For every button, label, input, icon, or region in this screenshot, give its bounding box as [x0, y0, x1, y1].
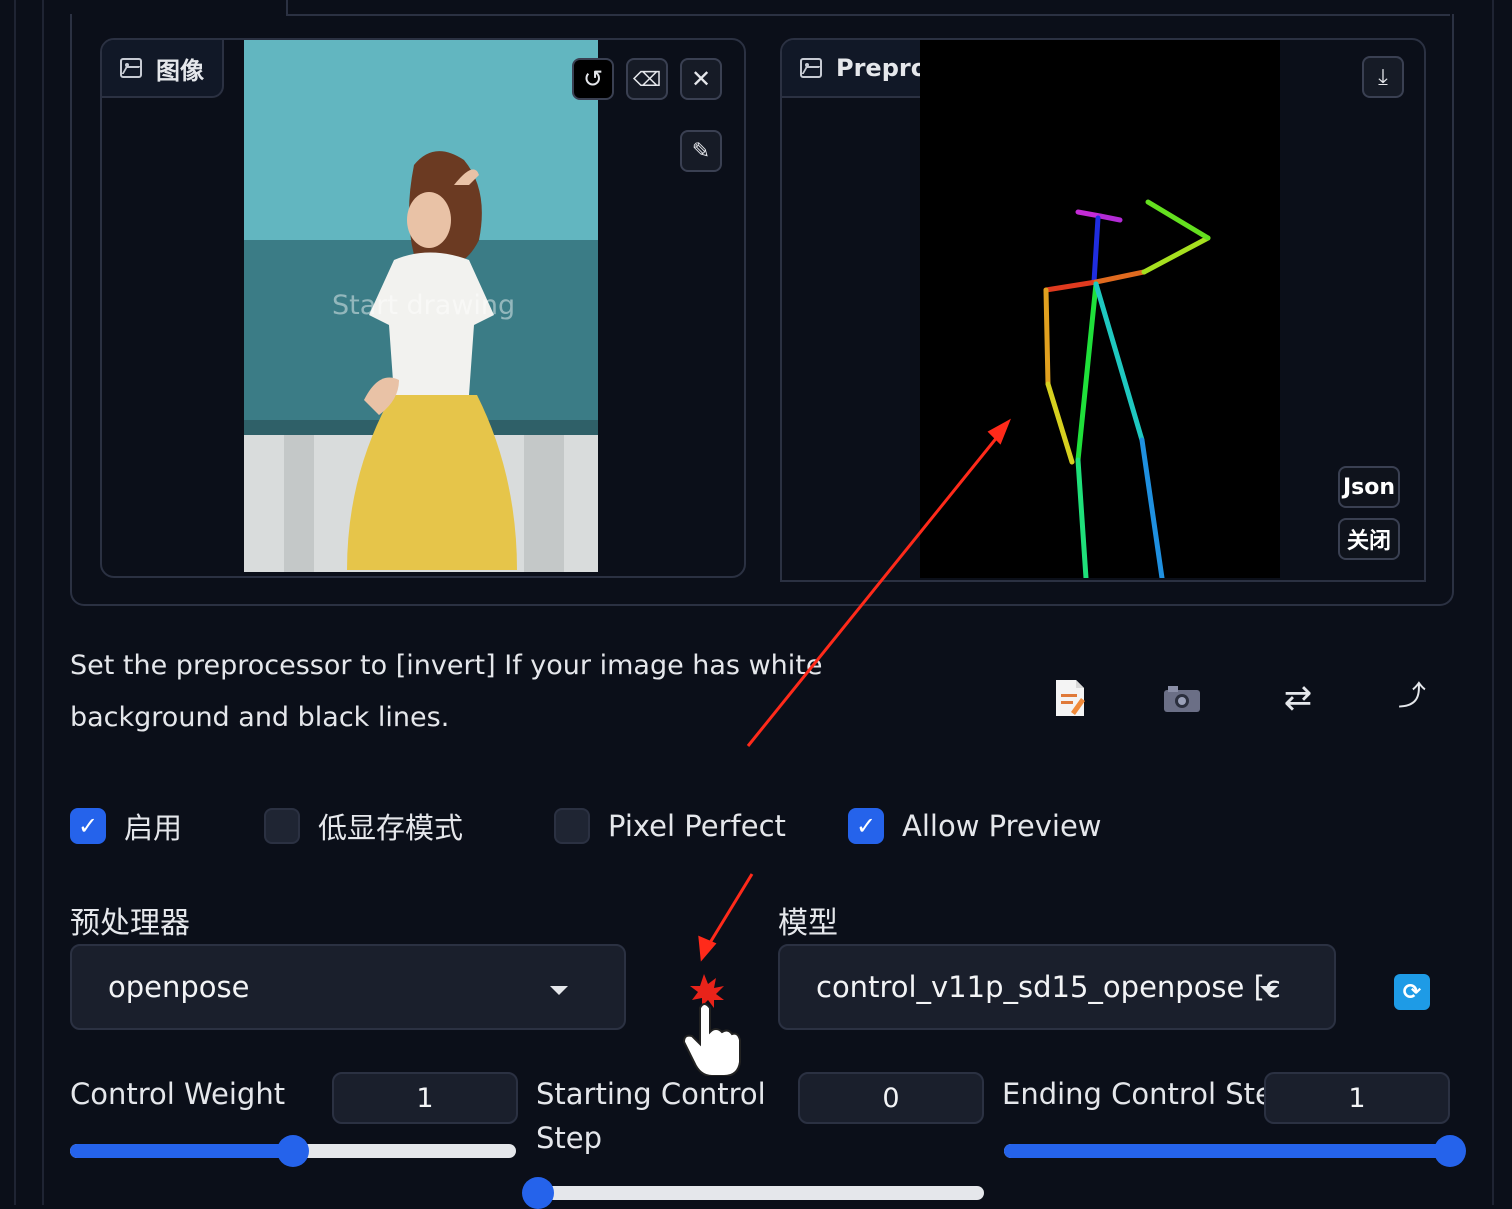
refresh-models-button[interactable]: ⟳	[1394, 974, 1430, 1010]
page-inner-border	[42, 0, 44, 1205]
eraser-button[interactable]: ⌫	[626, 58, 668, 100]
refresh-icon: ⟳	[1402, 979, 1422, 1005]
send-button[interactable]: ⤴	[1390, 672, 1434, 716]
checkbox-pixel-perfect-label: Pixel Perfect	[608, 809, 786, 843]
preprocessor-value: openpose	[108, 970, 250, 1004]
pose-preview-image	[920, 40, 1280, 581]
control-weight-fill	[70, 1144, 293, 1158]
checkbox-lowvram-label: 低显存模式	[318, 811, 464, 845]
clear-button[interactable]: ✕	[680, 58, 722, 100]
model-label: 模型	[778, 906, 838, 941]
swap-button[interactable]: ⇄	[1276, 676, 1320, 720]
preprocessor-hint-text: Set the preprocessor to [invert] If your…	[70, 650, 823, 733]
control-weight-slider[interactable]	[70, 1135, 516, 1167]
checkbox-enable-label: 启用	[124, 811, 183, 845]
eraser-icon: ⌫	[632, 67, 662, 91]
model-select[interactable]: control_v11p_sd15_openpose [c	[778, 944, 1336, 1030]
image-icon	[800, 58, 822, 78]
download-icon: ⤓	[1378, 64, 1388, 90]
starting-step-input[interactable]: 0	[798, 1072, 984, 1124]
ending-step-thumb[interactable]	[1434, 1135, 1466, 1167]
run-preprocessor-button[interactable]	[682, 972, 746, 1080]
page-left-border	[14, 0, 16, 1205]
undo-icon: ↺	[582, 65, 604, 93]
checkbox-pixel-perfect[interactable]: Pixel Perfect	[554, 804, 786, 848]
starting-step-thumb[interactable]	[522, 1177, 554, 1209]
checkbox-allow-preview-box[interactable]: ✓	[848, 808, 884, 844]
checkbox-pixel-perfect-box[interactable]	[554, 808, 590, 844]
image-panel-label: 图像	[102, 40, 224, 98]
brush-button[interactable]: ✎	[680, 130, 722, 172]
model-value: control_v11p_sd15_openpose [c	[816, 970, 1281, 1004]
camera-button[interactable]	[1160, 676, 1204, 720]
checkbox-enable-box[interactable]: ✓	[70, 808, 106, 844]
swap-icon: ⇄	[1283, 678, 1313, 718]
start-drawing-hint: Start drawing	[332, 290, 516, 321]
close-preview-button[interactable]: 关闭	[1338, 518, 1400, 560]
ending-step-slider[interactable]	[1004, 1135, 1466, 1167]
ending-step-label: Ending Control Step	[1002, 1077, 1292, 1111]
starting-step-slider[interactable]	[522, 1177, 984, 1209]
notepad-icon	[1056, 680, 1085, 716]
notepad-button[interactable]	[1048, 676, 1092, 720]
download-button[interactable]: ⤓	[1362, 56, 1404, 98]
image-icon	[120, 58, 142, 78]
brush-icon: ✎	[691, 138, 711, 164]
uploaded-photo[interactable]: Start drawing	[244, 40, 598, 572]
preprocessor-select[interactable]: openpose	[70, 944, 626, 1030]
camera-icon	[1164, 686, 1200, 712]
starting-step-label: Starting Control Step	[536, 1077, 766, 1155]
checkbox-lowvram[interactable]: 低显存模式	[264, 804, 463, 848]
checkbox-lowvram-box[interactable]	[264, 808, 300, 844]
control-weight-input[interactable]: 1	[332, 1072, 518, 1124]
undo-button[interactable]: ↺	[572, 58, 614, 100]
send-icon: ⤴	[1397, 679, 1426, 712]
control-weight-label: Control Weight	[70, 1077, 286, 1111]
checkbox-enable[interactable]: ✓ 启用	[70, 804, 182, 848]
json-button[interactable]: Json	[1338, 466, 1400, 508]
close-icon: ✕	[690, 65, 712, 93]
page-right-border	[1492, 0, 1494, 1205]
explosion-icon	[682, 974, 741, 1077]
chevron-down-icon	[550, 986, 568, 995]
ending-step-fill	[1004, 1144, 1450, 1158]
openpose-skeleton	[1043, 199, 1211, 581]
ending-step-input[interactable]: 1	[1264, 1072, 1450, 1124]
checkbox-allow-preview-label: Allow Preview	[902, 809, 1102, 843]
preprocessor-label: 预处理器	[70, 906, 190, 941]
checkbox-allow-preview[interactable]: ✓ Allow Preview	[848, 804, 1102, 848]
control-weight-thumb[interactable]	[277, 1135, 309, 1167]
chevron-down-icon	[1260, 986, 1278, 995]
